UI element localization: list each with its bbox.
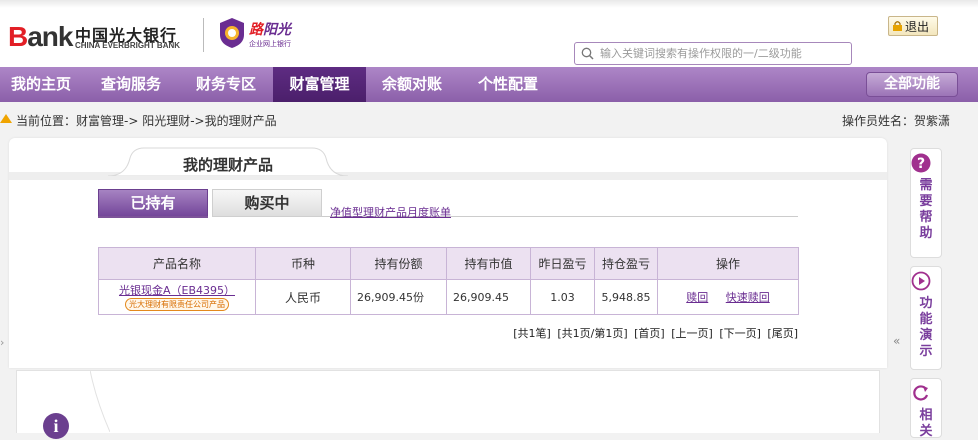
lock-icon: [893, 21, 902, 31]
search-icon: [581, 47, 594, 60]
brand-subtitle: 企业网上银行: [249, 40, 291, 48]
nav-item-home[interactable]: 我的主页: [0, 67, 82, 102]
brand-title: 路阳光: [249, 22, 291, 38]
header-top-strip: [0, 0, 978, 8]
search-input[interactable]: [598, 46, 847, 61]
breadcrumb-bar: 当前位置：财富管理-> 阳光理财->我的理财产品 操作员姓名：贺紫潇: [0, 102, 978, 138]
nav-item-query[interactable]: 查询服务: [88, 67, 174, 102]
nav-item-settings[interactable]: 个性配置: [460, 67, 556, 102]
related-button[interactable]: 相关: [910, 378, 942, 439]
pager-prev[interactable]: [上一页]: [671, 327, 713, 340]
help-button[interactable]: ? 需要帮助: [910, 148, 942, 258]
quick-redeem-link[interactable]: 快速赎回: [726, 291, 770, 304]
demo-label: 功能演示: [919, 296, 933, 359]
pager-last[interactable]: [尾页]: [767, 327, 798, 340]
cell-position-pnl: 5,948.85: [594, 279, 658, 315]
cell-yesterday-pnl: 1.03: [530, 279, 595, 315]
sunshine-emblem-icon: [220, 18, 244, 48]
collapse-right-arrow[interactable]: «: [893, 334, 900, 348]
cell-actions: 赎回 快速赎回: [657, 279, 799, 315]
nav-item-reconcile[interactable]: 余额对账: [368, 67, 456, 102]
table-header-row: 产品名称 币种 持有份额 持有市值 昨日盈亏 持仓盈亏 操作: [98, 247, 799, 280]
cell-currency: 人民币: [255, 279, 351, 315]
collapse-left-arrow[interactable]: ›: [0, 336, 4, 349]
refresh-icon: [913, 385, 929, 401]
help-label: 需要帮助: [919, 178, 933, 241]
product-name-link[interactable]: 光银现金A（EB4395）: [100, 284, 254, 297]
svg-text:?: ?: [917, 156, 925, 172]
tab-underline-active: [98, 216, 208, 218]
col-header-product: 产品名称: [98, 247, 256, 280]
question-icon: ?: [911, 153, 931, 173]
col-header-currency: 币种: [255, 247, 351, 280]
tab-purchasing[interactable]: 购买中: [212, 189, 322, 217]
product-issuer-badge: 光大理财有限责任公司产品: [125, 297, 229, 311]
nav-item-wealth[interactable]: 财富管理: [273, 67, 366, 102]
col-header-yesterday-pnl: 昨日盈亏: [530, 247, 595, 280]
redeem-link[interactable]: 赎回: [686, 291, 708, 304]
page-title: 我的理财产品: [182, 156, 273, 174]
brand-title-prefix: 路: [249, 22, 263, 38]
demo-button[interactable]: 功能演示: [910, 266, 942, 370]
related-label: 相关: [919, 408, 933, 439]
col-header-shares: 持有份额: [350, 247, 447, 280]
pagination: [共1笔] [共1页/第1页] [首页] [上一页] [下一页] [尾页]: [470, 325, 798, 341]
lower-panel: [16, 370, 880, 433]
header: Bank 中国光大银行 CHINA EVERBRIGHT BANK 路阳光 企业…: [0, 0, 978, 67]
col-header-position-pnl: 持仓盈亏: [594, 247, 658, 280]
logo-divider: [203, 18, 204, 52]
all-functions-button[interactable]: 全部功能: [866, 72, 958, 97]
pager-next[interactable]: [下一页]: [719, 327, 761, 340]
main-nav: 我的主页 查询服务 财务专区 财富管理 余额对账 个性配置 全部功能: [0, 67, 978, 102]
cell-product: 光银现金A（EB4395） 光大理财有限责任公司产品: [98, 279, 256, 315]
info-icon: i: [43, 413, 69, 439]
col-header-actions: 操作: [657, 247, 799, 280]
breadcrumb: 当前位置：财富管理-> 阳光理财->我的理财产品: [16, 114, 277, 128]
nav-item-finance[interactable]: 财务专区: [180, 67, 272, 102]
exit-button[interactable]: 退出: [888, 16, 938, 36]
monthly-statement-link[interactable]: 净值型理财产品月度账单: [330, 204, 451, 220]
play-icon: [911, 271, 931, 291]
lower-panel-fold: [90, 370, 110, 432]
col-header-market-value: 持有市值: [446, 247, 531, 280]
search-box[interactable]: [574, 42, 852, 65]
logo-b-mark: B: [8, 21, 28, 52]
location-arrow-icon: [0, 114, 12, 123]
cell-market-value: 26,909.45: [446, 279, 531, 315]
tab-holding[interactable]: 已持有: [98, 189, 208, 217]
pager-first[interactable]: [首页]: [634, 327, 665, 340]
pager-page-info: [共1页/第1页]: [557, 327, 628, 340]
table-row: 光银现金A（EB4395） 光大理财有限责任公司产品 人民币 26,909.45…: [98, 279, 799, 315]
holdings-table: 产品名称 币种 持有份额 持有市值 昨日盈亏 持仓盈亏 操作 光银现金A（EB4…: [98, 247, 799, 315]
logo-ank: ank: [27, 21, 73, 52]
operator-name: 操作员姓名：贺紫潇: [841, 114, 950, 128]
pager-total-count: [共1笔]: [513, 327, 551, 340]
bank-logo: Bank: [8, 21, 73, 52]
bank-name-en: CHINA EVERBRIGHT BANK: [75, 41, 181, 50]
cell-shares: 26,909.45份: [350, 279, 447, 315]
exit-label: 退出: [905, 19, 930, 34]
page-tab: 我的理财产品: [108, 146, 348, 176]
